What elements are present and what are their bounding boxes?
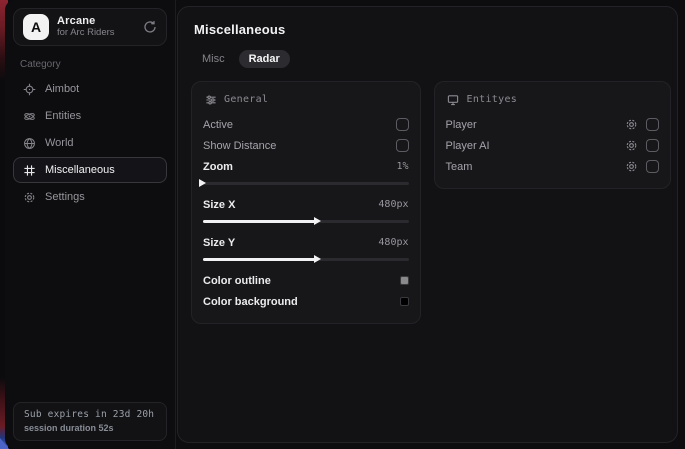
cards-row: General Active Show Distance Zoom 1% [191,81,671,324]
sliders-icon [204,93,217,106]
player-ai-row: Player AI [446,135,659,156]
sidebar-item-entities[interactable]: Entities [13,103,167,129]
color-background-swatch[interactable] [400,297,409,306]
sidebar-item-label: World [45,137,74,149]
sidebar-item-miscellaneous[interactable]: Miscellaneous [13,157,167,183]
general-card: General Active Show Distance Zoom 1% [191,81,421,324]
player-row: Player [446,114,659,135]
show-distance-checkbox[interactable] [396,139,409,152]
zoom-row: Zoom 1% [203,156,409,177]
subscription-card: Sub expires in 23d 20h session duration … [13,402,167,441]
team-label: Team [446,161,473,173]
sidebar-item-label: Entities [45,110,81,122]
zoom-slider[interactable] [203,179,409,188]
active-checkbox[interactable] [396,118,409,131]
sidebar-divider [175,0,176,449]
team-row: Team [446,156,659,177]
app-name: Arcane [57,15,135,28]
tab-bar: Misc Radar [192,50,671,68]
general-header-label: General [224,94,268,105]
color-background-row: Color background [203,291,409,312]
app-subtitle: for Arc Riders [57,28,135,39]
size-x-label: Size X [203,199,235,211]
sidebar-item-aimbot[interactable]: Aimbot [13,76,167,102]
player-ai-gear-icon[interactable] [625,139,638,152]
size-x-row: Size X 480px [203,194,409,215]
entities-icon [22,109,36,123]
category-label: Category [20,59,167,70]
sidebar-item-settings[interactable]: Settings [13,184,167,210]
sidebar-item-label: Settings [45,191,85,203]
crosshair-icon [22,82,36,96]
grid-icon [22,163,36,177]
zoom-label: Zoom [203,161,233,173]
general-card-header: General [204,93,409,106]
color-outline-label: Color outline [203,275,271,287]
active-label: Active [203,119,233,131]
zoom-value: 1% [396,161,408,172]
player-ai-checkbox[interactable] [646,139,659,152]
zoom-slider-thumb[interactable] [199,179,206,187]
monitor-icon [447,93,460,106]
sidebar: A Arcane for Arc Riders Category Aimbot [5,0,175,449]
sidebar-item-world[interactable]: World [13,130,167,156]
color-background-label: Color background [203,296,298,308]
team-checkbox[interactable] [646,160,659,173]
size-y-slider[interactable] [203,255,409,264]
size-y-row: Size Y 480px [203,232,409,253]
entities-card: Entityes Player Player AI [434,81,671,189]
sidebar-item-label: Aimbot [45,83,79,95]
player-ai-label: Player AI [446,140,490,152]
tab-radar[interactable]: Radar [239,50,290,68]
cursor-artifact [0,438,9,449]
team-gear-icon[interactable] [625,160,638,173]
refresh-icon[interactable] [143,20,157,34]
color-outline-row: Color outline [203,270,409,291]
tab-misc[interactable]: Misc [192,50,235,68]
player-gear-icon[interactable] [625,118,638,131]
sidebar-item-label: Miscellaneous [45,164,115,176]
size-y-label: Size Y [203,237,235,249]
session-duration-text: session duration 52s [24,423,156,433]
entities-header-label: Entityes [467,94,518,105]
size-y-slider-thumb[interactable] [314,255,321,263]
show-distance-row: Show Distance [203,135,409,156]
entities-card-header: Entityes [447,93,659,106]
page-title: Miscellaneous [194,22,671,37]
player-label: Player [446,119,477,131]
active-row: Active [203,114,409,135]
sub-expires-text: Sub expires in 23d 20h [24,409,156,420]
player-checkbox[interactable] [646,118,659,131]
app-window: A Arcane for Arc Riders Category Aimbot [5,0,685,449]
size-y-value: 480px [378,237,408,248]
show-distance-label: Show Distance [203,140,276,152]
gear-icon [22,190,36,204]
size-x-slider-thumb[interactable] [314,217,321,225]
color-outline-swatch[interactable] [400,276,409,285]
size-x-value: 480px [378,199,408,210]
size-x-slider[interactable] [203,217,409,226]
main-panel: Miscellaneous Misc Radar General Active [177,6,678,443]
app-avatar: A [23,14,49,40]
globe-icon [22,136,36,150]
app-logo-card: A Arcane for Arc Riders [13,8,167,46]
